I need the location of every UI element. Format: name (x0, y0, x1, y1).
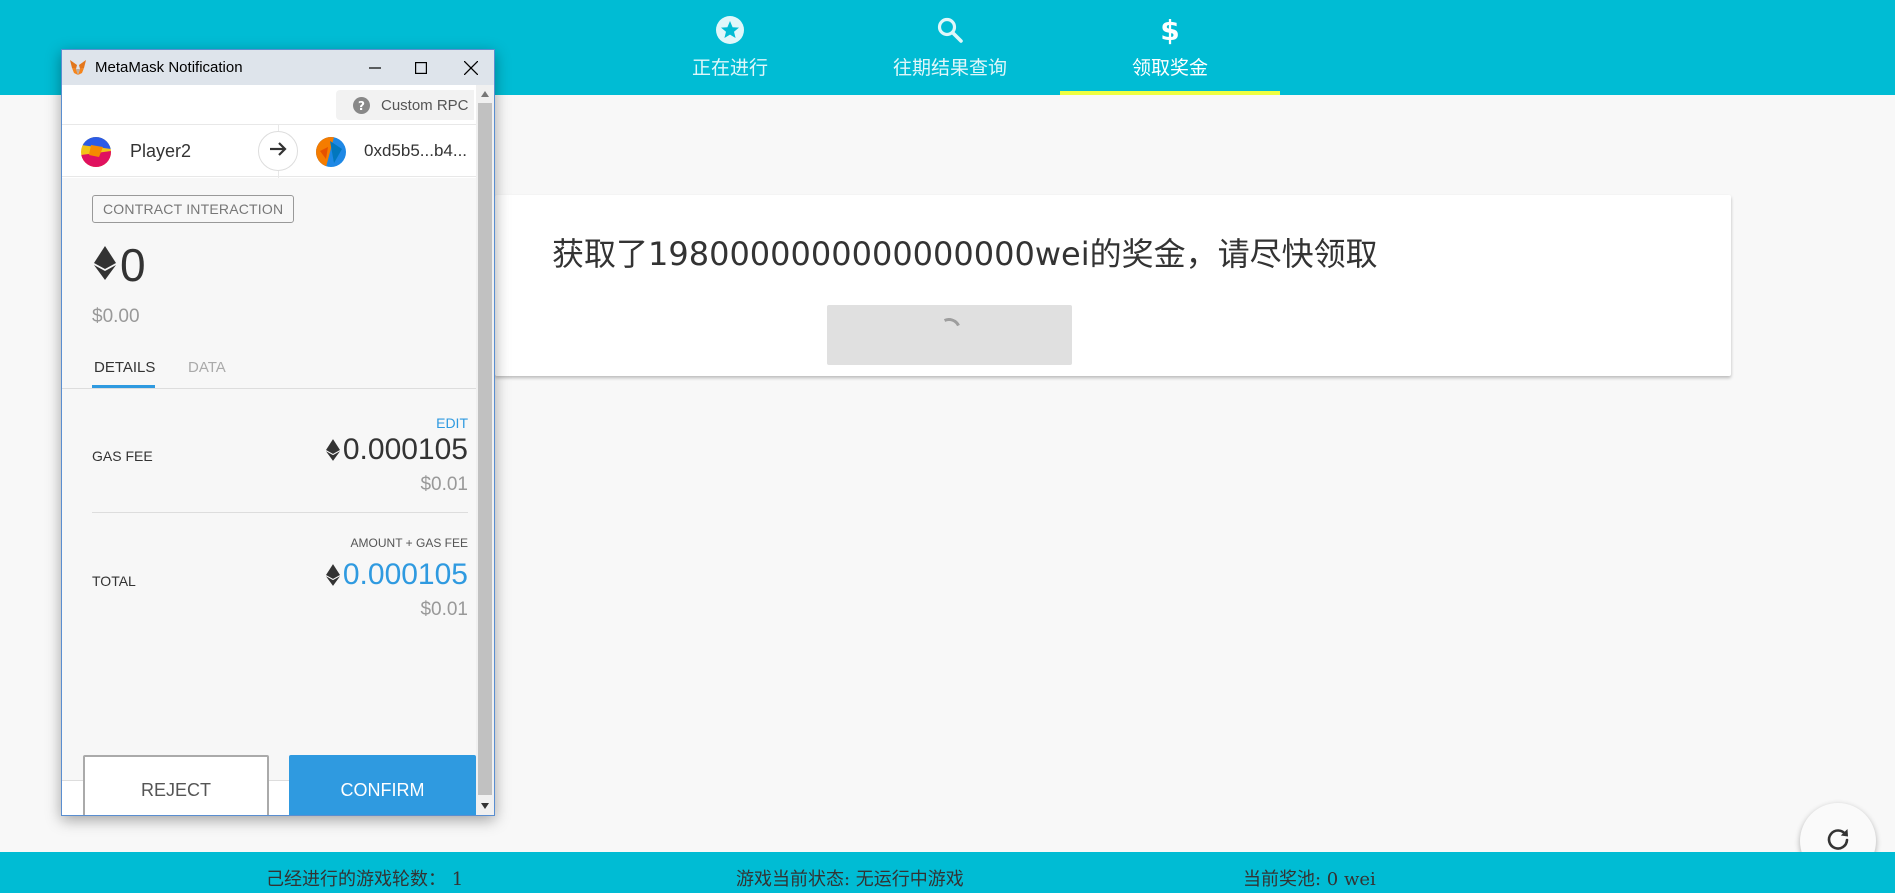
dollar-icon: $ (1159, 15, 1181, 45)
tab-details[interactable]: DETAILS (94, 359, 155, 376)
reject-button[interactable]: REJECT (83, 755, 269, 815)
arrow-right-icon (268, 139, 288, 164)
claim-prize-button[interactable] (827, 305, 1072, 365)
contract-interaction-badge: CONTRACT INTERACTION (92, 195, 295, 223)
question-circle-icon: ? (353, 96, 370, 114)
search-icon (936, 15, 964, 45)
scrollbar-thumb[interactable] (478, 103, 492, 795)
prize-card: 获取了1980000000000000000wei的奖金，请尽快领取 (495, 195, 1731, 376)
metamask-window: MetaMask Notification ? Custom RPC Playe… (61, 49, 495, 816)
game-status: 游戏当前状态: 无运行中游戏 (736, 869, 964, 890)
gas-fee-amount: 0.000105 (342, 433, 468, 466)
svg-text:$: $ (1160, 15, 1179, 45)
network-indicator[interactable]: ? Custom RPC (336, 90, 474, 120)
minimize-button[interactable] (352, 50, 398, 85)
accounts-row: Player2 0xd5b5...b4... (62, 124, 476, 178)
metamask-window-title: MetaMask Notification (95, 59, 243, 76)
total-value: 0.000105 (325, 558, 468, 592)
tab-history-label: 往期结果查询 (892, 57, 1007, 79)
tab-data[interactable]: DATA (188, 359, 226, 376)
from-account-name: Player2 (130, 141, 192, 161)
scrollbar[interactable] (476, 85, 494, 815)
edit-gas-link[interactable]: EDIT (436, 415, 468, 431)
tab-claim-prize-label: 领取奖金 (1131, 57, 1208, 79)
svg-text:?: ? (358, 99, 365, 113)
status-bar: 己经进行的游戏轮数： 1 游戏当前状态: 无运行中游戏 当前奖池: 0 wei (0, 852, 1895, 893)
tab-history[interactable]: 往期结果查询 (840, 0, 1060, 95)
from-account-avatar (81, 137, 111, 167)
account-divider-bottom (278, 171, 279, 178)
details-tabs: DETAILS DATA (62, 345, 476, 389)
details-divider (92, 512, 468, 513)
metamask-fox-icon (69, 59, 87, 77)
ethereum-icon (325, 564, 340, 586)
tab-claim-prize[interactable]: $ 领取奖金 (1060, 0, 1280, 95)
ethereum-icon (325, 439, 340, 461)
total-amount: 0.000105 (342, 558, 468, 591)
ethereum-icon (94, 245, 116, 285)
tab-ongoing[interactable]: 正在进行 (620, 0, 840, 95)
network-name: Custom RPC (381, 96, 469, 114)
metamask-titlebar[interactable]: MetaMask Notification (62, 50, 494, 85)
gas-fee-label: GAS FEE (92, 448, 153, 464)
confirm-button[interactable]: CONFIRM (289, 755, 476, 815)
scroll-down-arrow-icon[interactable] (476, 797, 494, 815)
metamask-body: ? Custom RPC Player2 0xd5b5...b4... CONT… (62, 85, 476, 815)
arrow-right-circle (258, 131, 298, 171)
maximize-button[interactable] (398, 50, 444, 85)
gas-fee-fiat: $0.01 (420, 474, 468, 495)
prize-message: 获取了1980000000000000000wei的奖金，请尽快领取 (552, 235, 1378, 273)
scroll-up-arrow-icon[interactable] (476, 85, 494, 103)
total-label: TOTAL (92, 573, 136, 589)
amount-plus-gas-label: AMOUNT + GAS FEE (350, 536, 468, 550)
loading-spinner-icon (933, 314, 965, 346)
rounds-count: 己经进行的游戏轮数： 1 (266, 869, 464, 890)
prize-pool: 当前奖池: 0 wei (1243, 869, 1376, 890)
close-button[interactable] (448, 50, 494, 85)
total-fiat: $0.01 (420, 599, 468, 620)
to-account-address: 0xd5b5...b4... (364, 141, 468, 160)
active-tab-indicator (92, 385, 155, 388)
transaction-amount: 0 (120, 239, 146, 291)
amount-row: 0 (94, 238, 146, 292)
transaction-details: CONTRACT INTERACTION 0 $0.00 DETAILS DAT… (62, 178, 476, 780)
gas-fee-value: 0.000105 (325, 433, 468, 467)
to-account-avatar (316, 137, 346, 167)
tab-ongoing-label: 正在进行 (691, 57, 768, 79)
star-circle-icon (715, 15, 745, 45)
transaction-amount-fiat: $0.00 (92, 306, 140, 327)
